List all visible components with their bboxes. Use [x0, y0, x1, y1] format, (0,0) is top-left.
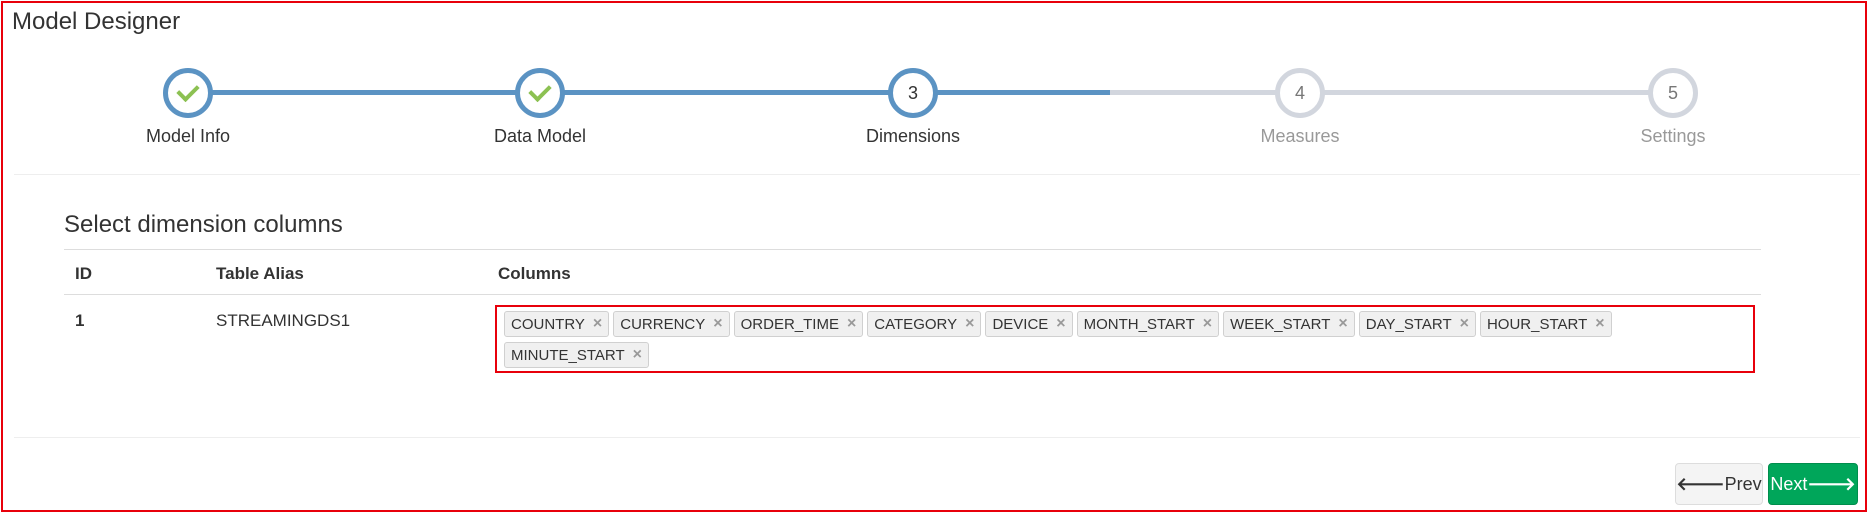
column-tag-label: COUNTRY	[511, 315, 585, 333]
row-table-alias: STREAMINGDS1	[216, 311, 351, 330]
next-button-label: Next	[1770, 473, 1808, 494]
table-header-border	[64, 294, 1761, 295]
column-tag-label: MINUTE_START	[511, 346, 625, 364]
column-tag[interactable]: MINUTE_START ×	[504, 342, 649, 368]
column-tag-label: DEVICE	[992, 315, 1049, 333]
column-tag[interactable]: CATEGORY ×	[867, 311, 982, 337]
remove-tag-icon[interactable]: ×	[1056, 315, 1065, 333]
checkmark-icon	[528, 78, 552, 103]
column-tag-label: MONTH_START	[1083, 315, 1195, 333]
column-tag[interactable]: ORDER_TIME ×	[733, 311, 864, 337]
highlight-frame	[1, 1, 1867, 512]
column-header-id: ID	[75, 264, 92, 283]
step-label-measures: Measures	[1260, 126, 1340, 146]
row-id: 1	[75, 311, 85, 330]
step-number: 4	[1294, 82, 1305, 103]
column-tag-label: CATEGORY	[874, 315, 958, 333]
step-number: 3	[907, 82, 918, 103]
arrow-right-icon: 🡒	[1807, 473, 1856, 494]
progress-track-done	[188, 90, 1110, 95]
column-tag-label: ORDER_TIME	[740, 315, 839, 333]
step-number: 5	[1667, 82, 1678, 103]
column-tag[interactable]: COUNTRY ×	[504, 311, 610, 337]
step-measures[interactable]: 4	[1275, 68, 1325, 118]
column-header-table-alias: Table Alias	[216, 264, 304, 283]
step-dimensions[interactable]: 3	[888, 68, 938, 118]
step-label-model-info: Model Info	[145, 126, 231, 146]
remove-tag-icon[interactable]: ×	[1595, 315, 1604, 333]
column-tag[interactable]: HOUR_START ×	[1479, 311, 1612, 337]
remove-tag-icon[interactable]: ×	[633, 346, 642, 364]
remove-tag-icon[interactable]: ×	[847, 315, 856, 333]
columns-multiselect[interactable]: COUNTRY × CURRENCY × ORDER_TIME × CATEGORY × DEV…	[495, 305, 1755, 373]
progress-track-remaining	[1110, 90, 1672, 95]
page-title: Model Designer	[12, 8, 181, 35]
arrow-left-icon: 🡐	[1676, 473, 1725, 494]
section-title: Select dimension columns	[64, 211, 343, 238]
column-tag-label: CURRENCY	[620, 315, 706, 333]
remove-tag-icon[interactable]: ×	[965, 315, 974, 333]
divider	[14, 174, 1860, 175]
column-header-columns: Columns	[498, 264, 571, 283]
column-tag[interactable]: DAY_START ×	[1358, 311, 1476, 337]
remove-tag-icon[interactable]: ×	[1338, 315, 1347, 333]
step-model-info[interactable]	[163, 68, 213, 118]
step-data-model[interactable]	[515, 68, 565, 118]
prev-button-label: Prev	[1724, 473, 1762, 494]
column-tag[interactable]: MONTH_START ×	[1076, 311, 1220, 337]
step-label-settings: Settings	[1640, 126, 1706, 146]
column-tag-label: HOUR_START	[1486, 315, 1588, 333]
footer-divider	[14, 437, 1860, 438]
table-top-border	[64, 249, 1761, 250]
remove-tag-icon[interactable]: ×	[1460, 315, 1469, 333]
column-tag[interactable]: CURRENCY ×	[613, 311, 730, 337]
remove-tag-icon[interactable]: ×	[593, 315, 602, 333]
checkmark-icon	[176, 78, 200, 103]
remove-tag-icon[interactable]: ×	[713, 315, 722, 333]
column-tag-label: DAY_START	[1365, 315, 1452, 333]
step-settings[interactable]: 5	[1648, 68, 1698, 118]
column-tag[interactable]: DEVICE ×	[985, 311, 1073, 337]
next-button[interactable]: Next 🡒	[1768, 463, 1858, 505]
prev-button[interactable]: 🡐 Prev	[1675, 463, 1763, 505]
step-label-dimensions: Dimensions	[865, 126, 961, 146]
column-tag[interactable]: WEEK_START ×	[1223, 311, 1355, 337]
step-label-data-model: Data Model	[493, 126, 587, 146]
remove-tag-icon[interactable]: ×	[1203, 315, 1212, 333]
column-tag-label: WEEK_START	[1230, 315, 1331, 333]
